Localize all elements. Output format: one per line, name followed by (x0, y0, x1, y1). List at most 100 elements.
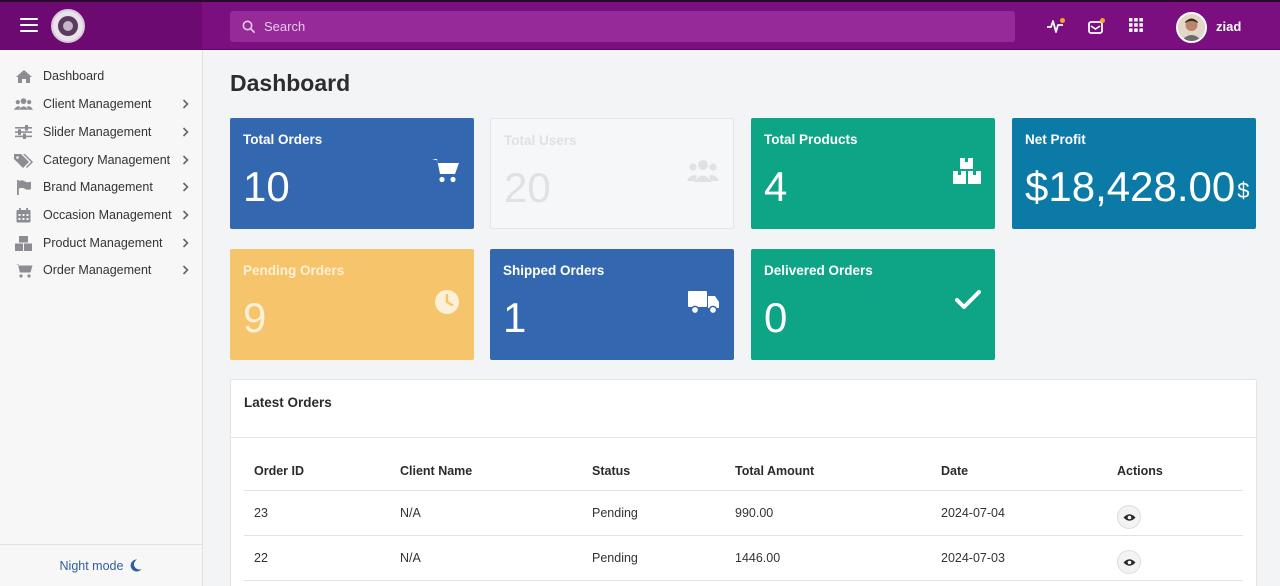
tags-icon (14, 152, 33, 168)
activity-icon[interactable] (1046, 17, 1066, 37)
search-input[interactable] (264, 19, 984, 34)
latest-orders-panel: Latest Orders Order ID Client Name Statu… (230, 379, 1257, 586)
card-delivered-orders[interactable]: Delivered Orders 0 (751, 249, 995, 360)
moon-icon (131, 559, 142, 572)
sidebar-item-dashboard[interactable]: Dashboard (0, 63, 202, 89)
flag-icon (14, 179, 33, 195)
table-header-row: Order ID Client Name Status Total Amount… (244, 452, 1243, 491)
column-header: Client Name (390, 452, 582, 491)
sidebar-item-label: Client Management (43, 97, 152, 111)
card-title: Pending Orders (243, 263, 345, 278)
card-pending-orders[interactable]: Pending Orders 9 (230, 249, 474, 360)
chevron-right-icon (182, 155, 189, 165)
total-amount: 990.00 (725, 490, 931, 536)
order-id: 22 (244, 535, 390, 581)
sidebar-item-order-management[interactable]: Order Management (0, 257, 202, 283)
net-profit-amount: $18,428.00 (1025, 163, 1236, 210)
sidebar-item-label: Brand Management (43, 180, 153, 194)
hamburger-icon[interactable] (20, 18, 38, 32)
card-total-users[interactable]: Total Users 20 (490, 118, 734, 229)
sidebar-item-label: Slider Management (43, 125, 152, 139)
column-header: Date (931, 452, 1107, 491)
chevron-right-icon (182, 238, 189, 248)
eye-icon (1123, 513, 1135, 521)
view-order-button[interactable] (1117, 505, 1141, 529)
view-order-button[interactable] (1117, 550, 1141, 574)
table-row: 23 N/A Pending 990.00 2024-07-04 (244, 490, 1243, 536)
total-amount: 1446.00 (725, 535, 931, 581)
card-value: 0 (764, 294, 788, 341)
username[interactable]: ziad (1216, 19, 1241, 34)
page-title: Dashboard (230, 70, 351, 96)
inbox-icon[interactable] (1087, 17, 1107, 37)
client-name: N/A (390, 535, 582, 581)
card-net-profit[interactable]: Net Profit $18,428.00$ (1012, 118, 1256, 229)
boxes-icon (14, 235, 33, 251)
table-row: 22 N/A Pending 1446.00 2024-07-03 (244, 535, 1243, 581)
card-value: 1 (503, 294, 527, 341)
brand-area (0, 2, 202, 50)
search-bar[interactable] (230, 11, 1015, 42)
sidebar-item-label: Dashboard (43, 69, 105, 83)
sidebar-item-label: Order Management (43, 263, 152, 277)
boxes-icon (953, 158, 981, 184)
card-total-products[interactable]: Total Products 4 (751, 118, 995, 229)
sidebar-item-slider-management[interactable]: Slider Management (0, 119, 202, 145)
sidebar-item-label: Occasion Management (43, 208, 172, 222)
card-value: 9 (243, 294, 267, 341)
divider (231, 437, 1256, 438)
column-header: Order ID (244, 452, 390, 491)
sidebar-item-client-management[interactable]: Client Management (0, 91, 202, 117)
card-title: Total Users (504, 133, 577, 148)
card-value: $18,428.00$ (1025, 162, 1249, 212)
card-shipped-orders[interactable]: Shipped Orders 1 (490, 249, 734, 360)
card-title: Delivered Orders (764, 263, 873, 278)
top-bar: ziad (0, 0, 1280, 50)
card-title: Total Orders (243, 132, 323, 147)
truck-icon (688, 291, 719, 315)
cart-icon (14, 262, 33, 278)
card-value: 20 (504, 164, 551, 211)
cart-icon (432, 159, 459, 183)
orders-table: Order ID Client Name Status Total Amount… (244, 452, 1243, 581)
panel-title: Latest Orders (244, 395, 332, 410)
users-icon (14, 96, 33, 112)
chevron-right-icon (182, 99, 189, 109)
client-name: N/A (390, 490, 582, 536)
apps-grid-icon[interactable] (1128, 17, 1148, 37)
users-icon (687, 160, 719, 182)
card-total-orders[interactable]: Total Orders 10 (230, 118, 474, 229)
sidebar-item-category-management[interactable]: Category Management (0, 147, 202, 173)
column-header: Total Amount (725, 452, 931, 491)
card-title: Total Products (764, 132, 858, 147)
night-mode-label: Night mode (59, 558, 124, 573)
check-icon (955, 290, 981, 309)
search-icon (242, 20, 255, 33)
sidebar-item-label: Product Management (43, 236, 163, 250)
card-value: 10 (243, 163, 290, 210)
chevron-right-icon (182, 182, 189, 192)
calendar-icon (14, 207, 33, 223)
order-date: 2024-07-03 (931, 535, 1107, 581)
sidebar-item-label: Category Management (43, 153, 171, 167)
column-header: Actions (1107, 452, 1243, 491)
card-title: Net Profit (1025, 132, 1086, 147)
chevron-right-icon (182, 265, 189, 275)
sidebar: Dashboard Client Management Slider Manag… (0, 50, 203, 586)
chevron-right-icon (182, 210, 189, 220)
night-mode-toggle[interactable]: Night mode (0, 544, 202, 586)
eye-icon (1123, 558, 1135, 566)
order-date: 2024-07-04 (931, 490, 1107, 536)
column-header: Status (582, 452, 725, 491)
order-status: Pending (582, 490, 725, 536)
avatar[interactable] (1176, 12, 1207, 43)
chevron-right-icon (182, 127, 189, 137)
sidebar-item-occasion-management[interactable]: Occasion Management (0, 202, 202, 228)
sidebar-item-brand-management[interactable]: Brand Management (0, 174, 202, 200)
card-title: Shipped Orders (503, 263, 605, 278)
dollar-icon: $ (1237, 178, 1250, 203)
sidebar-item-product-management[interactable]: Product Management (0, 230, 202, 256)
brand-logo[interactable] (51, 9, 85, 43)
home-icon (14, 68, 33, 84)
order-status: Pending (582, 535, 725, 581)
